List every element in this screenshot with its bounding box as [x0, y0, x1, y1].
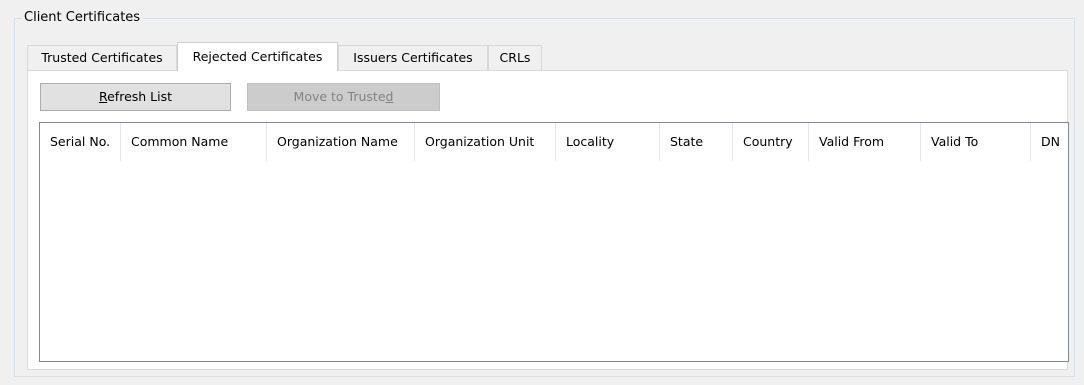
column-serial-no[interactable]: Serial No. [40, 123, 121, 161]
column-organization-name[interactable]: Organization Name [267, 123, 415, 161]
refresh-mnemonic: R [98, 89, 108, 104]
column-common-name[interactable]: Common Name [121, 123, 267, 161]
tab-rejected-certificates[interactable]: Rejected Certificates [177, 42, 338, 71]
certificates-list[interactable]: Serial No. Common Name Organization Name… [39, 122, 1069, 362]
column-dn[interactable]: DN [1031, 123, 1068, 161]
list-header: Serial No. Common Name Organization Name… [40, 123, 1068, 161]
column-locality[interactable]: Locality [556, 123, 660, 161]
move-mnemonic: d [385, 89, 394, 104]
column-country[interactable]: Country [733, 123, 809, 161]
refresh-label-post: efresh List [107, 89, 173, 104]
column-valid-to[interactable]: Valid To [921, 123, 1031, 161]
tab-crls[interactable]: CRLs [488, 45, 542, 70]
group-title: Client Certificates [22, 10, 144, 26]
move-to-trusted-button[interactable]: Move to Trusted [247, 83, 440, 111]
refresh-list-button[interactable]: Refresh List [40, 83, 231, 111]
move-label-pre: Move to Truste [293, 89, 386, 104]
column-valid-from[interactable]: Valid From [809, 123, 921, 161]
tab-trusted-certificates[interactable]: Trusted Certificates [27, 45, 177, 70]
list-body[interactable] [40, 161, 1068, 361]
column-state[interactable]: State [660, 123, 733, 161]
tab-issuers-certificates[interactable]: Issuers Certificates [338, 45, 488, 70]
column-organization-unit[interactable]: Organization Unit [415, 123, 556, 161]
